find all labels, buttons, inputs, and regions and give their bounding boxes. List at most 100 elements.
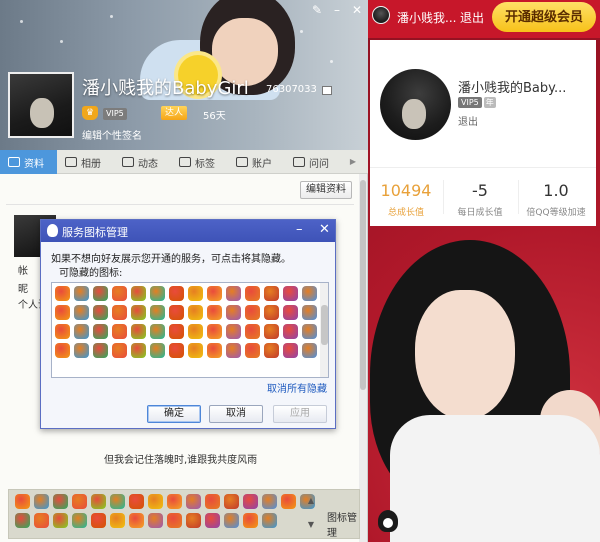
service-icon[interactable] (93, 286, 108, 301)
service-icon[interactable] (93, 324, 108, 339)
service-icon[interactable] (205, 513, 220, 528)
service-icon[interactable] (167, 513, 182, 528)
service-icon[interactable] (34, 494, 49, 509)
service-icon[interactable] (224, 494, 239, 509)
cancel-button[interactable]: 取消 (209, 405, 263, 423)
tab-tags[interactable]: 标签 (171, 150, 228, 174)
service-icon[interactable] (207, 343, 222, 358)
service-icon[interactable] (186, 513, 201, 528)
minimize-icon[interactable]: – (330, 3, 344, 17)
service-icon[interactable] (112, 343, 127, 358)
minimize-icon[interactable]: – (296, 222, 303, 237)
tab-info[interactable]: 资料 (0, 150, 57, 174)
service-icon[interactable] (188, 286, 203, 301)
service-icon[interactable] (302, 305, 317, 320)
service-icon[interactable] (245, 286, 260, 301)
service-icon[interactable] (169, 305, 184, 320)
service-icon[interactable] (262, 513, 277, 528)
close-icon[interactable]: ✕ (350, 3, 364, 17)
card-icon[interactable] (322, 86, 332, 95)
service-icon[interactable] (264, 343, 279, 358)
service-icon[interactable] (112, 286, 127, 301)
service-icon[interactable] (226, 305, 241, 320)
service-icon[interactable] (34, 513, 49, 528)
service-icon[interactable] (110, 513, 125, 528)
top-avatar[interactable] (372, 6, 390, 24)
tab-feed[interactable]: 动态 (114, 150, 171, 174)
service-icon[interactable] (53, 513, 68, 528)
service-icon[interactable] (93, 305, 108, 320)
service-icon[interactable] (110, 494, 125, 509)
tab-ask[interactable]: 问问 (285, 150, 342, 174)
service-icon[interactable] (129, 494, 144, 509)
service-icon[interactable] (131, 324, 146, 339)
top-logout-link[interactable]: 退出 (460, 9, 484, 26)
service-icon[interactable] (188, 343, 203, 358)
service-icon[interactable] (93, 343, 108, 358)
service-icon[interactable] (150, 324, 165, 339)
service-icon[interactable] (243, 513, 258, 528)
edit-signature-link[interactable]: 编辑个性签名 (82, 127, 142, 142)
scroll-thumb[interactable] (321, 305, 328, 345)
close-icon[interactable]: ✕ (319, 222, 330, 237)
service-icon[interactable] (55, 343, 70, 358)
service-icon[interactable] (264, 305, 279, 320)
service-icon[interactable] (167, 494, 182, 509)
service-icon[interactable] (150, 286, 165, 301)
service-icon[interactable] (245, 343, 260, 358)
ok-button[interactable]: 确定 (147, 405, 201, 423)
service-icon[interactable] (283, 343, 298, 358)
service-icon[interactable] (302, 324, 317, 339)
profile-scrollbar[interactable] (359, 174, 367, 542)
service-icon[interactable] (53, 494, 68, 509)
service-icon[interactable] (129, 513, 144, 528)
service-icon[interactable] (243, 494, 258, 509)
dialog-scrollbar[interactable] (320, 283, 328, 377)
service-icon[interactable] (262, 494, 277, 509)
service-icon[interactable] (74, 305, 89, 320)
service-icon[interactable] (205, 494, 220, 509)
scroll-down-icon[interactable]: ▼ (307, 520, 315, 529)
service-icon[interactable] (55, 324, 70, 339)
profile-avatar[interactable] (8, 72, 74, 138)
tab-account[interactable]: 账户 (228, 150, 285, 174)
service-icon[interactable] (112, 305, 127, 320)
service-icon[interactable] (15, 494, 30, 509)
service-icon[interactable] (55, 286, 70, 301)
service-icon[interactable] (188, 305, 203, 320)
pin-icon[interactable]: ✎ (310, 3, 324, 17)
service-icon[interactable] (150, 343, 165, 358)
service-icon[interactable] (91, 494, 106, 509)
service-icon[interactable] (131, 305, 146, 320)
service-icon[interactable] (91, 513, 106, 528)
service-icon[interactable] (148, 513, 163, 528)
service-icon[interactable] (226, 343, 241, 358)
top-username[interactable]: 潘小贱我... (397, 9, 456, 26)
icon-manage-link[interactable]: 图标管理 (327, 509, 359, 539)
service-icon[interactable] (148, 494, 163, 509)
service-icon[interactable] (72, 494, 87, 509)
tabs-more-arrow-icon[interactable]: ▶ (342, 150, 364, 174)
tab-album[interactable]: 相册 (57, 150, 114, 174)
service-icon[interactable] (245, 305, 260, 320)
service-icon[interactable] (72, 513, 87, 528)
service-icon[interactable] (283, 286, 298, 301)
service-icon[interactable] (169, 343, 184, 358)
service-icon[interactable] (74, 324, 89, 339)
service-icon[interactable] (302, 286, 317, 301)
service-icon[interactable] (169, 286, 184, 301)
service-icon[interactable] (264, 324, 279, 339)
cancel-all-hidden-link[interactable]: 取消所有隐藏 (267, 380, 327, 395)
scroll-thumb[interactable] (360, 180, 366, 390)
service-icon[interactable] (224, 513, 239, 528)
service-icon[interactable] (131, 343, 146, 358)
service-icon[interactable] (150, 305, 165, 320)
service-icon[interactable] (226, 324, 241, 339)
service-icon[interactable] (226, 286, 241, 301)
service-icon[interactable] (207, 286, 222, 301)
service-icon[interactable] (207, 324, 222, 339)
service-icon[interactable] (245, 324, 260, 339)
service-icon[interactable] (283, 324, 298, 339)
card-logout-link[interactable]: 退出 (458, 113, 478, 128)
service-icon[interactable] (283, 305, 298, 320)
